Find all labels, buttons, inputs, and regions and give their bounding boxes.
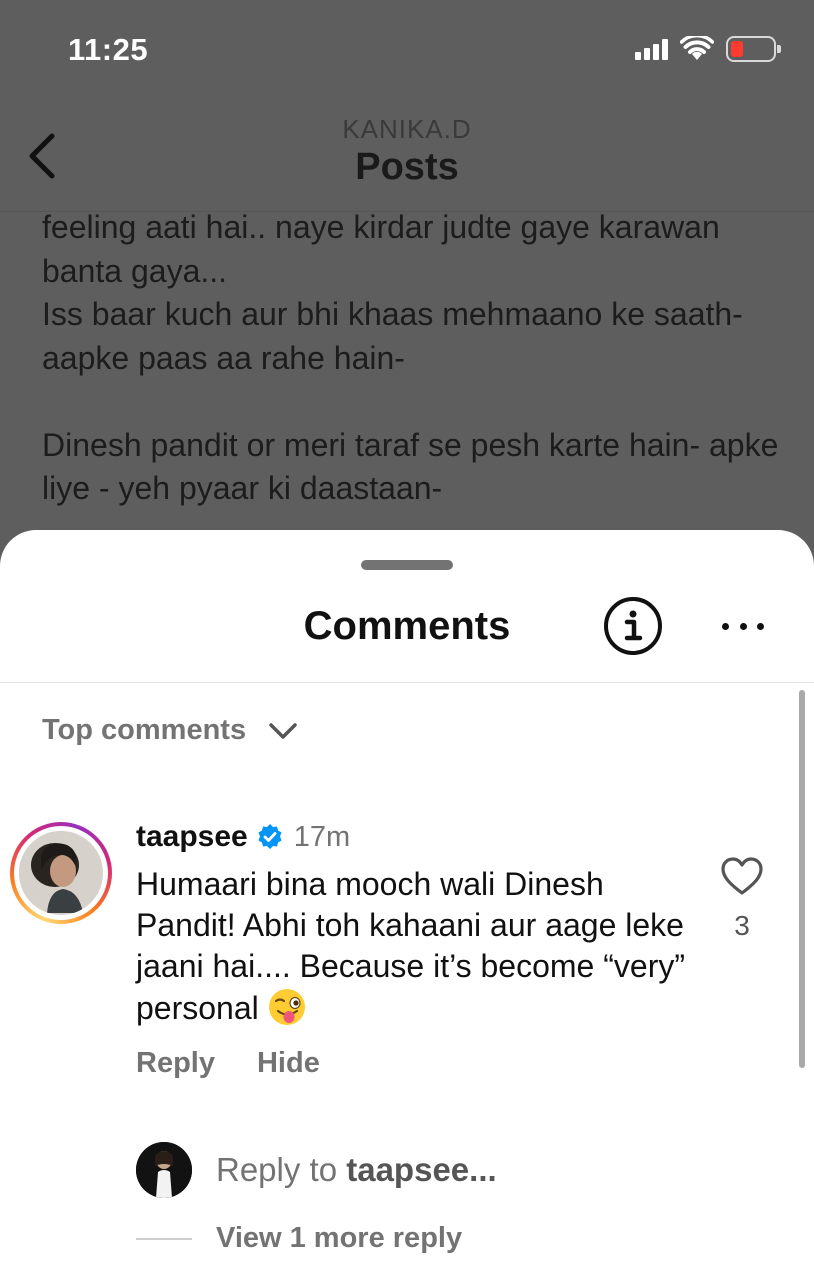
reply-input-placeholder: Reply to taapsee... — [216, 1151, 497, 1188]
cellular-signal-icon — [635, 38, 668, 60]
info-icon[interactable] — [603, 596, 663, 656]
post-caption: feeling aati hai.. naye kirdar judte gay… — [42, 206, 782, 511]
sheet-divider — [0, 682, 814, 683]
view-more-label: View 1 more reply — [216, 1222, 463, 1254]
reply-button[interactable]: Reply — [136, 1047, 215, 1080]
winking-face-with-tongue-icon — [268, 989, 305, 1025]
post-nav-bar: KANIKA.D Posts — [0, 100, 814, 212]
comments-sheet: Comments Top comments taapsee 17m Humaar… — [0, 530, 814, 1280]
reply-to-comment-input[interactable]: Reply to taapsee... — [136, 1142, 497, 1198]
comment-timestamp: 17m — [293, 820, 351, 853]
background-post-screen: 11:25 KANIKA.D Posts feeling aati hai.. … — [0, 0, 814, 560]
sheet-grabber[interactable] — [361, 560, 453, 570]
thread-line — [136, 1237, 192, 1240]
like-column: 3 — [712, 856, 772, 942]
chevron-down-icon — [269, 722, 297, 739]
comment-actions: Reply Hide — [136, 1047, 696, 1080]
like-count: 3 — [734, 910, 750, 941]
status-time: 11:25 — [68, 32, 149, 67]
avatar-photo — [19, 831, 103, 915]
caption-paragraph: Dinesh pandit or meri taraf se pesh kart… — [42, 426, 779, 507]
heart-icon[interactable] — [720, 856, 764, 896]
battery-level — [731, 41, 743, 57]
comment-text: Humaari bina mooch wali Dinesh Pandit! A… — [136, 866, 685, 1026]
comment-header: taapsee 17m — [136, 820, 696, 854]
sort-label: Top comments — [42, 714, 247, 746]
hide-button[interactable]: Hide — [257, 1047, 320, 1080]
status-bar: 11:25 — [0, 0, 814, 100]
comment-body: Humaari bina mooch wali Dinesh Pandit! A… — [136, 864, 696, 1029]
scrollbar[interactable] — [799, 690, 805, 1068]
sheet-title: Comments — [303, 604, 511, 648]
nav-username: KANIKA.D — [342, 114, 472, 144]
caption-paragraph: feeling aati hai.. naye kirdar judte gay… — [42, 209, 743, 376]
nav-title: Posts — [355, 146, 459, 188]
battery-icon — [726, 36, 781, 62]
sort-dropdown[interactable]: Top comments — [42, 714, 298, 747]
status-icons — [635, 36, 781, 62]
comment: taapsee 17m Humaari bina mooch wali Dine… — [136, 820, 696, 1080]
current-user-avatar — [136, 1142, 192, 1198]
verified-badge-icon — [258, 824, 282, 849]
comment-username[interactable]: taapsee — [136, 820, 248, 854]
view-more-replies[interactable]: View 1 more reply — [136, 1222, 462, 1255]
more-horizontal-icon[interactable] — [718, 608, 768, 644]
wifi-icon — [680, 36, 714, 60]
commenter-avatar[interactable] — [10, 822, 112, 924]
